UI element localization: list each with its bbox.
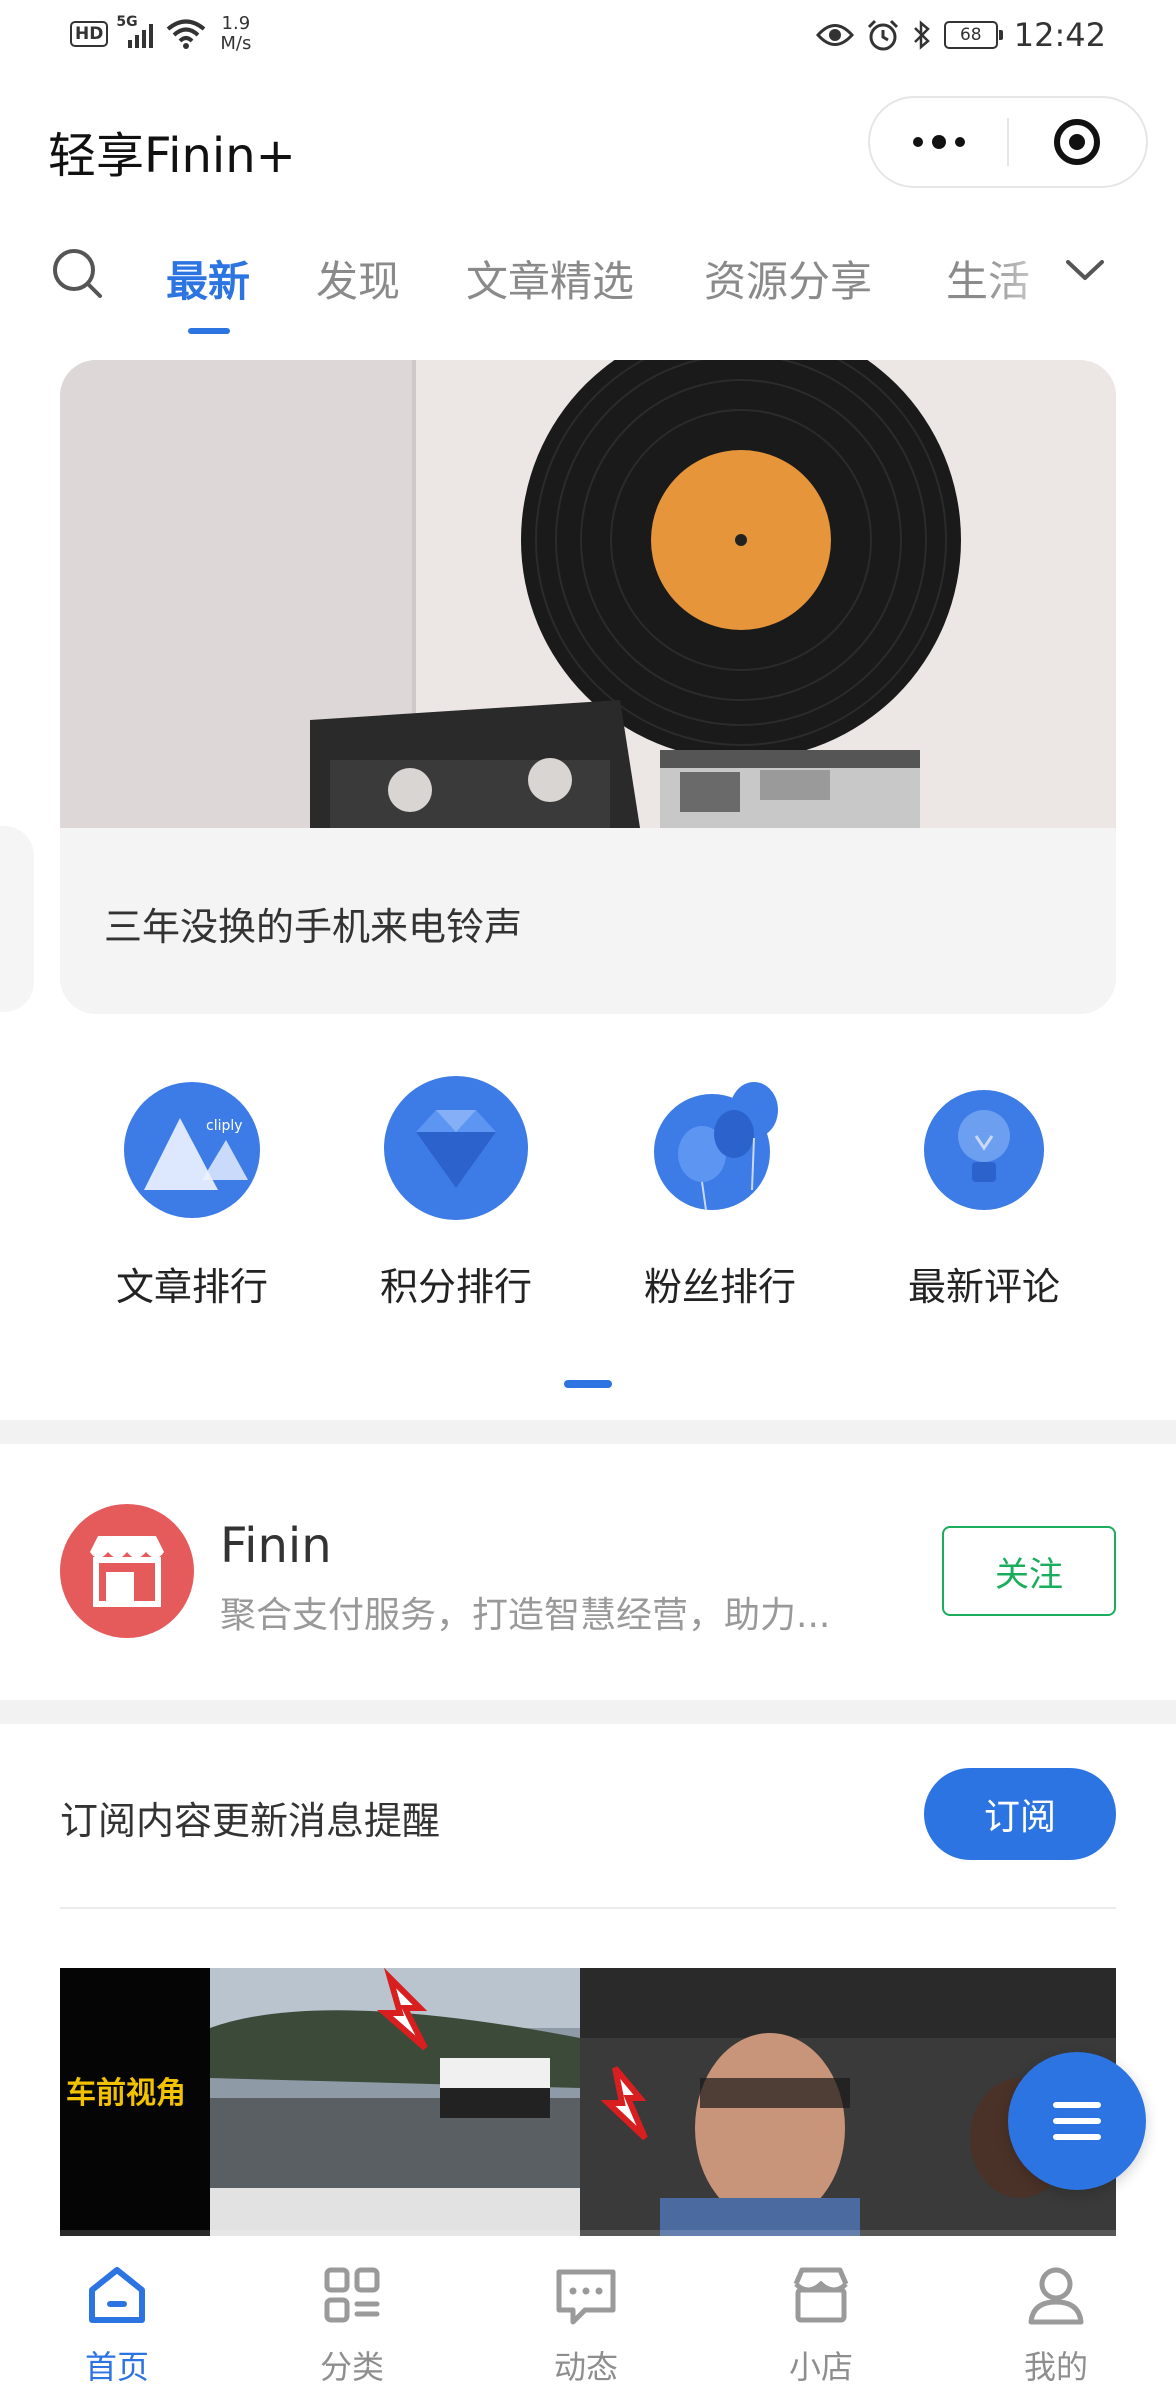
quick-link-fans-ranking[interactable]: 粉丝排行 — [620, 1070, 820, 1311]
speed-unit: M/s — [220, 33, 252, 54]
tab-discover[interactable]: 发现 — [316, 248, 400, 309]
subscribe-row: 订阅内容更新消息提醒 订阅 — [0, 1724, 1176, 1909]
tab-active-indicator — [188, 328, 230, 334]
tab-resource-sharing[interactable]: 资源分享 — [704, 248, 872, 309]
shop-description: 聚合支付服务，打造智慧经营，助力... — [220, 1595, 831, 1636]
subscribe-text: 订阅内容更新消息提醒 — [60, 1799, 441, 1843]
quick-link-article-ranking[interactable]: cliply 文章排行 — [92, 1070, 292, 1311]
quick-links: cliply 文章排行 积分排行 粉丝排行 最新评论 — [0, 1070, 1176, 1330]
miniprogram-capsule — [868, 96, 1148, 188]
message-icon — [556, 2269, 616, 2325]
category-tabs: 最新 发现 文章精选 资源分享 生活 — [0, 236, 1176, 336]
video-card[interactable]: 车前视角 — [60, 1968, 1116, 2238]
floating-menu-button[interactable] — [1008, 2052, 1146, 2190]
shop-info: Finin 聚合支付服务，打造智慧经营，助力... 关注 — [0, 1440, 1176, 1700]
banner-caption: 三年没换的手机来电铃声 — [104, 905, 523, 949]
quick-link-latest-comments[interactable]: 最新评论 — [884, 1070, 1084, 1311]
subscribe-divider — [60, 1907, 1116, 1909]
video-overlay-text: 车前视角 — [66, 2076, 186, 2111]
bottom-tab-bar: 首页 分类 动态 小店 我的 — [0, 2236, 1176, 2400]
nav-label: 动态 — [553, 2348, 618, 2386]
user-icon — [1028, 2267, 1084, 2325]
title-bar: 轻享Finin+ — [0, 96, 1176, 192]
clock: 12:42 — [1013, 16, 1106, 54]
network-speed: 1.9 M/s — [220, 14, 251, 54]
diamond-icon — [384, 1076, 528, 1220]
alarm-icon — [867, 19, 898, 51]
nav-label: 我的 — [1023, 2348, 1088, 2386]
store-icon — [90, 1536, 164, 1607]
nav-home[interactable]: 首页 — [42, 2260, 192, 2388]
tab-latest[interactable]: 最新 — [166, 248, 250, 309]
nav-category[interactable]: 分类 — [277, 2260, 427, 2388]
nav-shop[interactable]: 小店 — [746, 2260, 896, 2388]
more-dots-icon — [912, 135, 965, 149]
menu-icon — [1053, 2102, 1101, 2108]
lightbulb-icon — [924, 1090, 1044, 1210]
mountain-icon: cliply — [124, 1082, 260, 1218]
swiper-indicator — [564, 1380, 612, 1388]
banner-card[interactable]: 三年没换的手机来电铃声 — [60, 360, 1116, 1014]
home-icon — [89, 2267, 145, 2323]
section-divider — [0, 1700, 1176, 1724]
store-icon — [793, 2267, 849, 2323]
more-button[interactable] — [870, 98, 1007, 186]
follow-button[interactable]: 关注 — [942, 1526, 1116, 1616]
target-icon — [1054, 119, 1101, 165]
shop-name: Finin — [220, 1518, 332, 1574]
quick-link-label: 最新评论 — [907, 1265, 1060, 1309]
cliply-badge: cliply — [206, 1118, 243, 1134]
quick-link-label: 积分排行 — [379, 1265, 532, 1309]
hd-badge: HD — [70, 21, 109, 47]
quick-link-points-ranking[interactable]: 积分排行 — [356, 1070, 556, 1311]
page-title: 轻享Finin+ — [48, 128, 296, 184]
status-bar: HD 5G 1.9 M/s 68 12:42 — [0, 0, 1176, 76]
nav-label: 分类 — [319, 2348, 384, 2386]
bluetooth-icon — [913, 20, 930, 50]
quick-link-label: 文章排行 — [115, 1265, 268, 1309]
chevron-down-icon[interactable] — [1060, 250, 1110, 290]
nav-label: 首页 — [84, 2348, 149, 2386]
status-left: HD 5G 1.9 M/s — [70, 14, 251, 54]
search-icon[interactable] — [50, 246, 106, 302]
eye-icon — [815, 24, 854, 46]
tab-featured-articles[interactable]: 文章精选 — [466, 248, 634, 309]
video-thumbnail — [60, 1968, 1116, 2238]
previous-slide-peek[interactable] — [0, 826, 34, 1012]
nav-profile[interactable]: 我的 — [981, 2260, 1131, 2388]
subscribe-button[interactable]: 订阅 — [924, 1768, 1116, 1860]
speed-value: 1.9 — [221, 13, 251, 34]
category-icon — [324, 2267, 380, 2323]
quick-link-label: 粉丝排行 — [643, 1265, 796, 1309]
wifi-icon — [167, 19, 206, 49]
battery-icon: 68 — [943, 21, 1003, 49]
signal-icon: 5G — [116, 14, 158, 52]
nav-label: 小店 — [788, 2348, 853, 2386]
nav-feed[interactable]: 动态 — [511, 2260, 661, 2388]
banner-image — [60, 360, 1116, 828]
close-miniprogram-button[interactable] — [1009, 98, 1146, 186]
status-right: 68 12:42 — [815, 16, 1106, 54]
shop-avatar[interactable] — [60, 1504, 194, 1638]
balloons-icon — [654, 1082, 778, 1211]
